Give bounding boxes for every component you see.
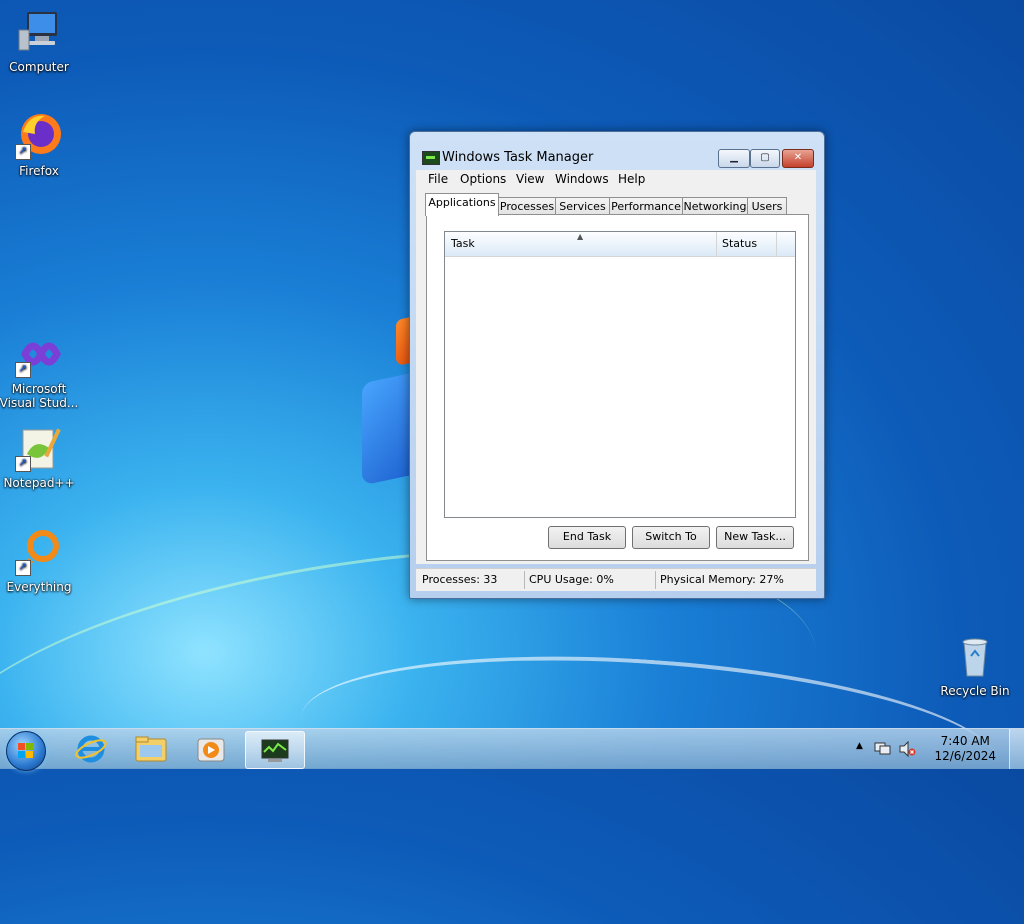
column-header-status[interactable]: Status xyxy=(722,237,757,250)
maximize-button[interactable]: ▢ xyxy=(750,149,780,168)
desktop-icon-everything[interactable]: ↗ Everything xyxy=(1,528,77,594)
column-divider[interactable] xyxy=(716,232,717,256)
everything-search-icon: ↗ xyxy=(15,528,63,576)
menu-help[interactable]: Help xyxy=(618,172,645,186)
status-processes: Processes: 33 xyxy=(422,573,498,586)
notification-area: ▲ 7:40 AM 12/6/2024 xyxy=(854,729,1024,769)
menu-file[interactable]: File xyxy=(428,172,448,186)
desktop-icon-label: Everything xyxy=(6,580,72,594)
clock-time: 7:40 AM xyxy=(940,734,990,748)
task-manager-icon xyxy=(261,739,289,762)
minimize-button[interactable]: ▁ xyxy=(718,149,750,168)
column-header-task[interactable]: Task xyxy=(451,237,475,250)
internet-explorer-icon xyxy=(75,735,107,763)
status-divider xyxy=(655,571,656,589)
sort-ascending-icon: ▲ xyxy=(577,232,584,241)
recycle-bin-icon xyxy=(951,632,999,680)
tab-applications[interactable]: Applications xyxy=(425,193,499,216)
window-title: Windows Task Manager xyxy=(442,150,594,165)
tab-services[interactable]: Services xyxy=(555,197,610,215)
task-manager-app-icon xyxy=(422,151,440,165)
show-desktop-button[interactable] xyxy=(1009,729,1024,769)
shortcut-arrow-icon: ↗ xyxy=(15,362,31,378)
firefox-icon: ↗ xyxy=(15,112,63,160)
tab-processes[interactable]: Processes xyxy=(498,197,556,215)
shortcut-arrow-icon: ↗ xyxy=(15,144,31,160)
desktop-icon-label: Firefox xyxy=(19,164,59,178)
task-list[interactable]: ▲ Task Status xyxy=(444,231,796,518)
menu-view[interactable]: View xyxy=(516,172,544,186)
visual-studio-icon: ↗ xyxy=(15,330,63,378)
task-list-header: ▲ Task Status xyxy=(445,232,795,257)
taskbar-internet-explorer[interactable] xyxy=(64,731,118,767)
tab-users[interactable]: Users xyxy=(747,197,787,215)
desktop-icon-computer[interactable]: Computer xyxy=(1,8,77,74)
network-icon[interactable] xyxy=(874,741,892,757)
desktop-icon-notepadpp[interactable]: ↗ Notepad++ xyxy=(1,424,77,490)
menu-bar: File Options View Windows Help xyxy=(416,170,816,188)
desktop-icon-recycle-bin[interactable]: Recycle Bin xyxy=(937,632,1013,698)
desktop-icon-visual-studio[interactable]: ↗ Microsoft Visual Stud... xyxy=(0,330,79,410)
tab-networking[interactable]: Networking xyxy=(682,197,748,215)
applications-panel: ▲ Task Status End Task Switch To New Tas… xyxy=(426,214,809,561)
end-task-button[interactable]: End Task xyxy=(548,526,626,549)
desktop-icon-firefox[interactable]: ↗ Firefox xyxy=(1,112,77,178)
taskbar-task-manager[interactable] xyxy=(245,731,305,769)
desktop-icon-label: Microsoft Visual Stud... xyxy=(0,382,79,410)
switch-to-button[interactable]: Switch To xyxy=(632,526,710,549)
clock-date: 12/6/2024 xyxy=(934,749,996,763)
window-client-area: Applications Processes Services Performa… xyxy=(416,188,816,564)
status-bar: Processes: 33 CPU Usage: 0% Physical Mem… xyxy=(416,568,816,591)
system-clock[interactable]: 7:40 AM 12/6/2024 xyxy=(934,734,996,764)
computer-icon xyxy=(15,8,63,56)
show-hidden-icons-button[interactable]: ▲ xyxy=(856,741,863,751)
task-manager-window[interactable]: Windows Task Manager ▁ ▢ ✕ File Options … xyxy=(409,131,825,599)
status-divider xyxy=(524,571,525,589)
taskbar-windows-explorer[interactable] xyxy=(124,731,178,767)
status-cpu-usage: CPU Usage: 0% xyxy=(529,573,614,586)
notepadpp-icon: ↗ xyxy=(15,424,63,472)
folder-icon xyxy=(135,736,167,762)
shortcut-arrow-icon: ↗ xyxy=(15,456,31,472)
menu-windows[interactable]: Windows xyxy=(555,172,609,186)
close-button[interactable]: ✕ xyxy=(782,149,814,168)
new-task-button[interactable]: New Task... xyxy=(716,526,794,549)
desktop-icon-label: Notepad++ xyxy=(3,476,75,490)
wallpaper-logo xyxy=(362,372,414,486)
column-divider[interactable] xyxy=(776,232,777,256)
tab-performance[interactable]: Performance xyxy=(609,197,683,215)
taskbar: ▲ 7:40 AM 12/6/2024 xyxy=(0,728,1024,771)
status-physical-memory: Physical Memory: 27% xyxy=(660,573,784,586)
menu-options[interactable]: Options xyxy=(460,172,506,186)
windows-logo-icon xyxy=(18,743,33,758)
desktop-icon-label: Recycle Bin xyxy=(940,684,1010,698)
shortcut-arrow-icon: ↗ xyxy=(15,560,31,576)
media-player-icon xyxy=(197,738,225,762)
start-button[interactable] xyxy=(6,731,46,771)
volume-muted-icon[interactable] xyxy=(898,740,916,758)
taskbar-media-player[interactable] xyxy=(184,731,238,767)
desktop-icon-label: Computer xyxy=(9,60,69,74)
